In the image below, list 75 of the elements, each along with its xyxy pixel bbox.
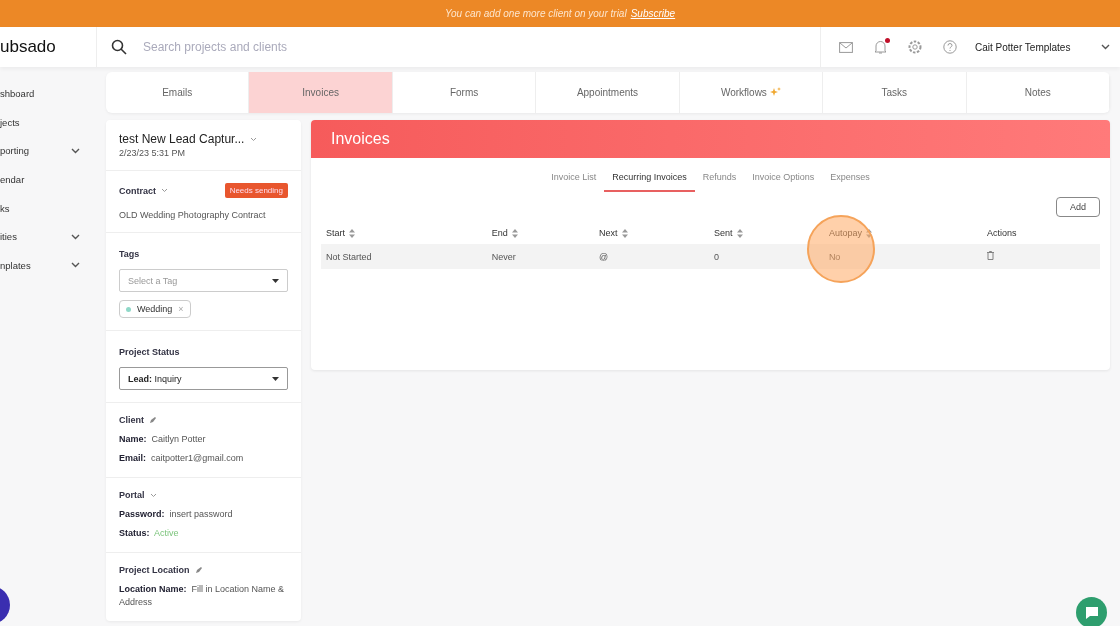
sidebar-item[interactable]: nplates [0, 259, 31, 271]
portal-field: Status: Active [119, 527, 288, 541]
subtab[interactable]: Expenses [822, 166, 878, 192]
trial-banner-text: You can add one more client on your trial [444, 8, 627, 19]
column-header[interactable]: Start [326, 228, 345, 238]
caret-icon [272, 376, 279, 381]
chevron-down-icon [1101, 44, 1110, 50]
section-heading: Project Location [119, 565, 190, 576]
table-cell: Never [491, 251, 516, 262]
column-header[interactable]: End [491, 228, 508, 238]
subtab[interactable]: Refunds [694, 166, 745, 192]
status-badge: Needs sending [224, 183, 288, 198]
project-date: 2/23/23 5:31 PM [119, 148, 187, 158]
tag-chip: Wedding × [119, 300, 191, 318]
sidebar-item[interactable]: shboard [0, 87, 35, 99]
tab[interactable]: Workflows [679, 72, 824, 113]
subtab[interactable]: Invoice List [543, 166, 605, 192]
subtab[interactable]: Recurring Invoices [604, 166, 695, 192]
pencil-icon[interactable] [149, 416, 157, 424]
sort-icon[interactable] [865, 228, 872, 238]
chat-button[interactable] [1076, 597, 1107, 626]
location-field: Location Name: Fill in Location Name & Address [119, 583, 288, 610]
caret-icon [272, 278, 279, 283]
client-field: Name: Caitlyn Potter [119, 433, 288, 447]
help-icon[interactable] [943, 40, 957, 54]
add-button[interactable]: Add [1056, 197, 1100, 217]
subtab[interactable]: Invoice Options [744, 166, 823, 192]
chat-icon [1084, 606, 1099, 619]
pencil-icon[interactable] [194, 566, 203, 575]
table-cell: No [828, 251, 841, 262]
sidebar-item[interactable]: jects [0, 116, 20, 128]
status-select[interactable]: Lead: Inquiry [119, 367, 288, 390]
client-field: Email: caitpotter1@gmail.com [119, 452, 288, 466]
section-heading: Project Status [119, 347, 180, 357]
bell-icon[interactable] [874, 40, 887, 54]
section-heading: Portal [119, 490, 145, 501]
contract-name[interactable]: OLD Wedding Photography Contract [119, 210, 288, 220]
tab[interactable]: Appointments [536, 72, 680, 113]
chevron-down-icon [149, 492, 157, 498]
chevron-down-icon [250, 136, 258, 142]
section-heading: Client [119, 415, 144, 425]
chevron-down-icon [71, 147, 80, 154]
chevron-down-icon [71, 262, 80, 269]
sort-icon[interactable] [349, 228, 355, 238]
settings-icon[interactable] [908, 40, 922, 54]
table-cell: Not Started [326, 251, 372, 262]
search-icon[interactable] [111, 39, 127, 55]
column-header[interactable]: Next [599, 228, 618, 238]
sidebar-item[interactable]: porting [0, 145, 30, 157]
chevron-down-icon [71, 233, 80, 240]
sort-icon[interactable] [736, 228, 743, 238]
account-name[interactable]: Cait Potter Templates [975, 41, 1071, 53]
tab[interactable]: Tasks [823, 72, 967, 113]
sidebar-item[interactable]: endar [0, 173, 25, 185]
tab[interactable]: Notes [966, 72, 1110, 113]
project-title: test New Lead Captur... [119, 132, 245, 146]
panel-title: Invoices [331, 130, 390, 148]
portal-field: Password: insert password [119, 508, 288, 522]
logo[interactable]: ubsado [0, 27, 97, 67]
tab[interactable]: Forms [392, 72, 537, 113]
section-heading: Contract [119, 185, 156, 196]
sort-icon[interactable] [621, 228, 628, 238]
sidebar-item[interactable]: ks [0, 202, 10, 214]
section-heading: Tags [119, 249, 140, 259]
column-header[interactable]: Sent [714, 228, 733, 238]
mail-icon[interactable] [839, 41, 853, 53]
column-header[interactable]: Actions [987, 228, 1017, 238]
search-field[interactable]: Search projects and clients [141, 39, 445, 55]
tab[interactable]: Invoices [249, 72, 393, 113]
chevron-down-icon [161, 188, 168, 193]
table-cell: @ [599, 251, 609, 262]
sidebar-item[interactable]: ities [0, 231, 17, 243]
table-cell: 0 [714, 251, 719, 262]
sort-icon[interactable] [511, 228, 518, 238]
trash-icon[interactable] [987, 251, 995, 260]
